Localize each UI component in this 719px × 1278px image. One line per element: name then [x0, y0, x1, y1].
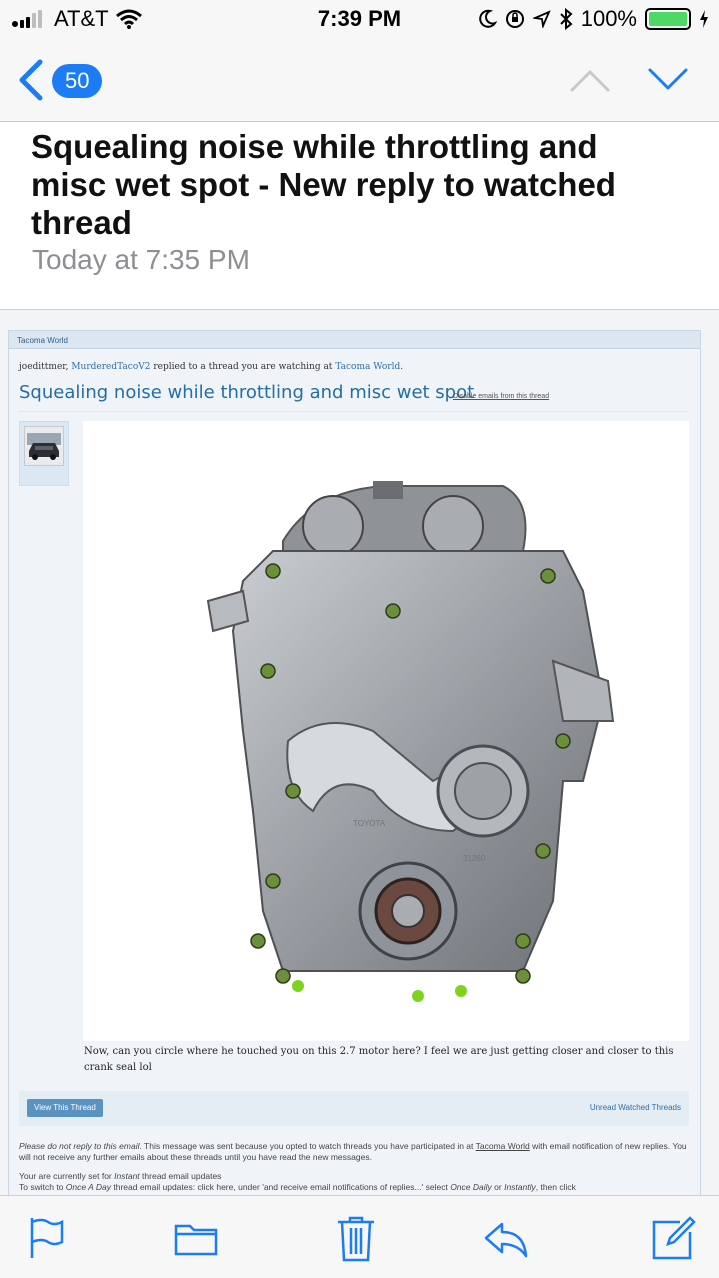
- footer-text-2a: Your are currently set for: [19, 1171, 112, 1181]
- next-message-icon[interactable]: [646, 66, 690, 94]
- footer-paragraph-3: To switch to Once A Day thread email upd…: [19, 1182, 689, 1193]
- rotation-lock-icon: [505, 10, 524, 28]
- status-bar: AT&T 7:39 PM 100%: [0, 0, 719, 40]
- footer-text-3c[interactable]: thread email updates: click here, under …: [113, 1182, 447, 1192]
- flag-icon[interactable]: [22, 1214, 70, 1262]
- brand-bar: Tacoma World: [9, 331, 700, 349]
- back-count-badge[interactable]: 50: [52, 64, 103, 98]
- battery-icon: [645, 8, 691, 30]
- bottom-toolbar: [0, 1195, 719, 1278]
- trash-icon[interactable]: [332, 1214, 380, 1262]
- notice-end: .: [400, 362, 404, 372]
- footer-instant: Instant: [114, 1171, 140, 1181]
- thread-title-link[interactable]: Squealing noise while throttling and mis…: [19, 382, 474, 403]
- email-footer: Please do not reply to this email. This …: [19, 1141, 689, 1193]
- footer-text-3g: , then click: [535, 1182, 576, 1192]
- footer-text-3a: To switch to: [19, 1182, 64, 1192]
- status-right: 100%: [477, 6, 709, 32]
- notice-user1: joedittmer,: [19, 362, 69, 372]
- engine-timing-cover-image: TOYOTA 31260: [206, 481, 615, 1002]
- cast-text-number: 31260: [463, 854, 486, 863]
- footer-once-daily: Once Daily: [450, 1182, 492, 1192]
- post-body: TOYOTA 31260: [83, 421, 689, 1041]
- avatar-truck-image: [25, 427, 63, 465]
- mail-subject: Squealing noise while throttling and mis…: [31, 128, 616, 241]
- charging-icon: [700, 10, 708, 28]
- title-divider: [19, 411, 689, 412]
- moon-icon: [478, 9, 497, 28]
- reply-notice: joedittmer, MurderedTacoV2 replied to a …: [19, 362, 403, 372]
- back-chevron-icon[interactable]: [14, 58, 48, 102]
- thread-action-bar: View This Thread Unread Watched Threads: [19, 1091, 689, 1126]
- notice-mid: replied to a thread you are watching at: [153, 362, 333, 372]
- footer-paragraph-2: Your are currently set for Instant threa…: [19, 1171, 689, 1182]
- view-thread-button[interactable]: View This Thread: [27, 1099, 103, 1117]
- email-content: joedittmer, MurderedTacoV2 replied to a …: [9, 349, 700, 1195]
- footer-text-1b: . This message was sent because you opte…: [139, 1141, 474, 1151]
- site-link[interactable]: Tacoma World: [335, 362, 400, 372]
- footer-text-3e: or: [494, 1182, 502, 1192]
- footer-site-link[interactable]: Tacoma World: [476, 1141, 530, 1151]
- folder-icon[interactable]: [172, 1214, 220, 1262]
- disable-emails-link[interactable]: Disable emails from this thread: [453, 393, 549, 400]
- footer-text-2c: thread email updates: [142, 1171, 222, 1181]
- battery-percent: 100%: [580, 6, 637, 31]
- avatar[interactable]: [24, 426, 64, 466]
- email-body: Tacoma World joedittmer, MurderedTacoV2 …: [0, 310, 719, 1195]
- footer-once-a-day: Once A Day: [65, 1182, 111, 1192]
- location-icon: [532, 10, 551, 28]
- footer-paragraph-1: Please do not reply to this email. This …: [19, 1141, 689, 1163]
- email-panel: Tacoma World joedittmer, MurderedTacoV2 …: [8, 330, 701, 1195]
- mail-header: Squealing noise while throttling and mis…: [0, 122, 719, 310]
- unread-watched-threads-link[interactable]: Unread Watched Threads: [590, 1103, 681, 1112]
- avatar-panel: [19, 421, 69, 486]
- navigation-bar: 50: [0, 40, 719, 122]
- mail-date: Today at 7:35 PM: [32, 244, 250, 275]
- previous-message-icon[interactable]: [568, 66, 612, 94]
- post-message: Now, can you circle where he touched you…: [84, 1046, 674, 1073]
- reply-icon[interactable]: [482, 1214, 530, 1262]
- footer-instantly: Instantly: [504, 1182, 536, 1192]
- cast-text-toyota: TOYOTA: [353, 819, 386, 828]
- compose-icon[interactable]: [650, 1214, 698, 1262]
- footer-no-reply: Please do not reply to this email: [19, 1141, 140, 1151]
- user-link[interactable]: MurderedTacoV2: [71, 362, 150, 372]
- bluetooth-icon: [560, 8, 573, 30]
